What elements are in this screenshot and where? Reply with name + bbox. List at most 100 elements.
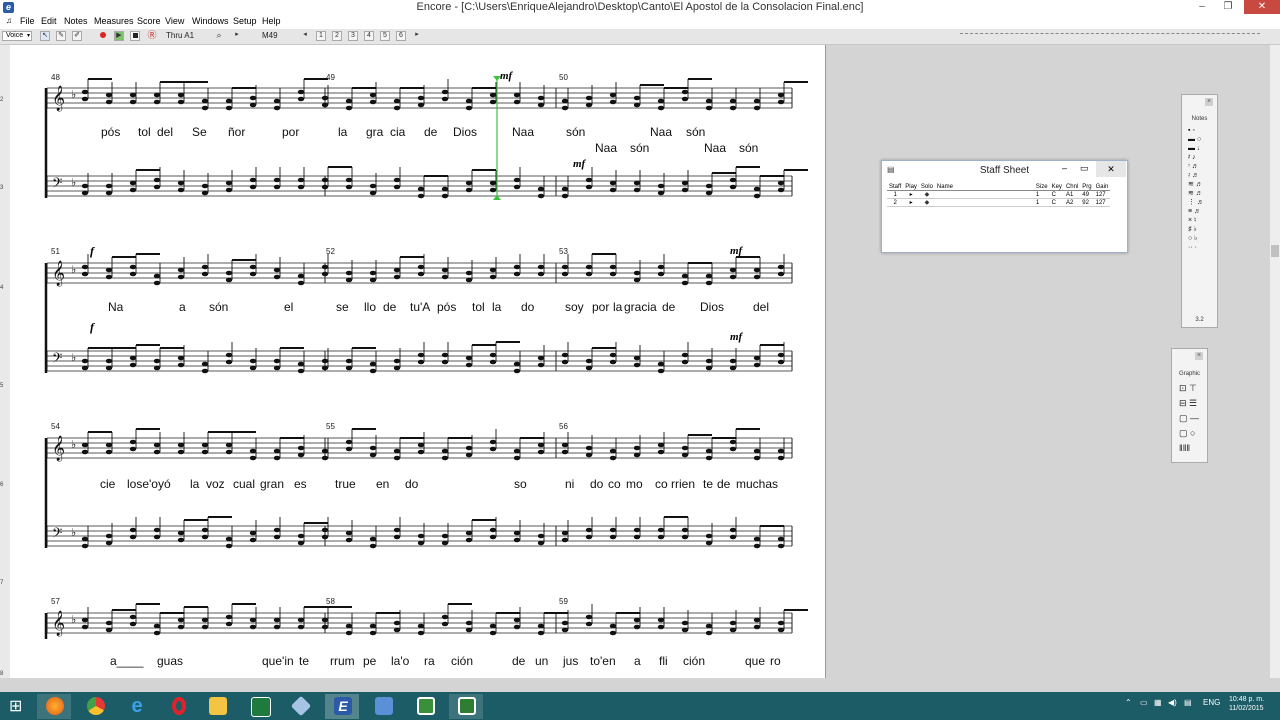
- 64th-note-icon[interactable]: ≋ ♬: [1188, 180, 1212, 189]
- clock-time[interactable]: 10:48 p. m.: [1229, 696, 1264, 703]
- lyric[interactable]: gracia: [624, 300, 657, 314]
- table-row[interactable]: 2 ▸ ◆ 1 C A2 92 127: [887, 199, 1111, 207]
- start-button[interactable]: ⊞: [0, 694, 34, 719]
- lyric[interactable]: guas: [157, 654, 183, 668]
- text-tool-icon[interactable]: ⊡ ⊤: [1179, 381, 1199, 396]
- taskbar-app[interactable]: [283, 694, 317, 719]
- close-button[interactable]: ✕: [1244, 0, 1280, 14]
- lyric[interactable]: Naa: [595, 141, 617, 155]
- lyric[interactable]: pe: [363, 654, 376, 668]
- staff-sheet-window[interactable]: ▤ Staff Sheet – ▭ ✕ Staff Play Solo Name…: [881, 160, 1128, 253]
- play-icon[interactable]: ▶: [114, 31, 124, 41]
- lyric[interactable]: la: [492, 300, 501, 314]
- graphic-tools[interactable]: ⊡ ⊤ ⊟ ☰ ▢ — ▢ ○ ‖‖‖: [1179, 381, 1199, 456]
- lyric[interactable]: la'o: [391, 654, 409, 668]
- voice-select[interactable]: Voice ▾: [2, 31, 32, 41]
- lyric[interactable]: un: [535, 654, 548, 668]
- lyric[interactable]: do: [590, 477, 603, 491]
- arrow-left-icon[interactable]: ◂: [300, 31, 310, 41]
- menu-score[interactable]: Score: [137, 16, 161, 26]
- zoom-icon[interactable]: ⌕: [214, 31, 224, 41]
- lyric[interactable]: Naa: [512, 125, 534, 139]
- lyric[interactable]: són: [566, 125, 585, 139]
- lyric[interactable]: por: [282, 125, 299, 139]
- lyric[interactable]: tu'A: [410, 300, 430, 314]
- lyric[interactable]: ción: [451, 654, 473, 668]
- lyric[interactable]: fli: [659, 654, 668, 668]
- lyric[interactable]: tol: [472, 300, 485, 314]
- battery-icon[interactable]: ▭: [1140, 698, 1148, 707]
- lyric[interactable]: Naa: [650, 125, 672, 139]
- lyric[interactable]: por: [592, 300, 609, 314]
- menu-windows[interactable]: Windows: [192, 16, 229, 26]
- taskbar-app[interactable]: [408, 694, 442, 719]
- page-5-icon[interactable]: 5: [380, 31, 390, 41]
- lyric[interactable]: Se: [192, 125, 207, 139]
- clock-date[interactable]: 11/02/2015: [1229, 705, 1264, 712]
- record-icon[interactable]: [98, 31, 108, 41]
- lyric[interactable]: es: [294, 477, 307, 491]
- lyric[interactable]: de: [717, 477, 730, 491]
- lyric[interactable]: del: [753, 300, 769, 314]
- solo-toggle[interactable]: ◆: [919, 191, 935, 199]
- close-icon[interactable]: ×: [1195, 352, 1203, 360]
- lyric[interactable]: ra: [424, 654, 435, 668]
- lyric[interactable]: Naa: [704, 141, 726, 155]
- menu-view[interactable]: View: [165, 16, 184, 26]
- sixteenth-note-icon[interactable]: 𝄾 ♬: [1188, 162, 1212, 171]
- page-first-icon[interactable]: 1: [316, 31, 326, 41]
- lyric-tool-icon[interactable]: ⊟ ☰: [1179, 396, 1199, 411]
- lyric[interactable]: muchas: [736, 477, 778, 491]
- volume-icon[interactable]: ◀): [1168, 698, 1177, 707]
- lyric[interactable]: a: [179, 300, 186, 314]
- scrollbar-thumb[interactable]: [1271, 245, 1279, 257]
- taskbar-app[interactable]: [242, 694, 276, 719]
- whole-note-icon[interactable]: ▪ ◦: [1188, 126, 1212, 135]
- close-icon[interactable]: ✕: [1096, 161, 1126, 177]
- taskbar-app[interactable]: E: [325, 694, 359, 719]
- lyric[interactable]: lose'oyó: [127, 477, 171, 491]
- staff-name-field[interactable]: [935, 191, 1034, 199]
- lyric[interactable]: cual: [233, 477, 255, 491]
- lyric[interactable]: co: [655, 477, 668, 491]
- page-3-icon[interactable]: 3: [348, 31, 358, 41]
- lyric[interactable]: són: [209, 300, 228, 314]
- lyric[interactable]: a: [634, 654, 641, 668]
- menu-measures[interactable]: Measures: [94, 16, 134, 26]
- lyric[interactable]: tol: [138, 125, 151, 139]
- lyric[interactable]: jus: [563, 654, 578, 668]
- taskbar-app[interactable]: [366, 694, 400, 719]
- lyric[interactable]: do: [405, 477, 418, 491]
- music-note-icon[interactable]: ♫: [6, 16, 12, 25]
- lyric[interactable]: true: [335, 477, 356, 491]
- pencil-tool-icon[interactable]: ✐: [72, 31, 82, 41]
- lyric[interactable]: la: [338, 125, 347, 139]
- menu-file[interactable]: File: [20, 16, 35, 26]
- action-center-icon[interactable]: ▤: [1184, 698, 1192, 707]
- dotted-note-icon[interactable]: ⋮ ♬: [1188, 198, 1212, 207]
- lyric[interactable]: el: [284, 300, 293, 314]
- lyric[interactable]: te: [299, 654, 309, 668]
- arrow-right-icon[interactable]: ▸: [412, 31, 422, 41]
- staff-name-field[interactable]: [935, 199, 1034, 207]
- lyric[interactable]: Dios: [453, 125, 477, 139]
- lyric[interactable]: co: [608, 477, 621, 491]
- minimize-icon[interactable]: –: [1062, 163, 1067, 173]
- lyric[interactable]: ro: [770, 654, 781, 668]
- play-toggle[interactable]: ▸: [903, 199, 919, 207]
- lyric[interactable]: pós: [437, 300, 456, 314]
- quarter-note-icon[interactable]: ▬ ♩: [1188, 144, 1212, 153]
- lyric[interactable]: són: [739, 141, 758, 155]
- maximize-icon[interactable]: ▭: [1080, 163, 1089, 174]
- lyric[interactable]: la: [613, 300, 622, 314]
- lyric[interactable]: de: [512, 654, 525, 668]
- chevron-up-icon[interactable]: ⌃: [1125, 698, 1132, 707]
- lyric[interactable]: de: [662, 300, 675, 314]
- stop-icon[interactable]: [130, 31, 140, 41]
- taskbar-app[interactable]: [37, 694, 71, 719]
- solo-toggle[interactable]: ◆: [919, 199, 935, 207]
- lyric[interactable]: do: [521, 300, 534, 314]
- lyric[interactable]: són: [686, 125, 705, 139]
- staff-sheet-titlebar[interactable]: ▤ Staff Sheet – ▭ ✕: [882, 161, 1127, 179]
- half-note-icon[interactable]: ▬ ○: [1188, 135, 1212, 144]
